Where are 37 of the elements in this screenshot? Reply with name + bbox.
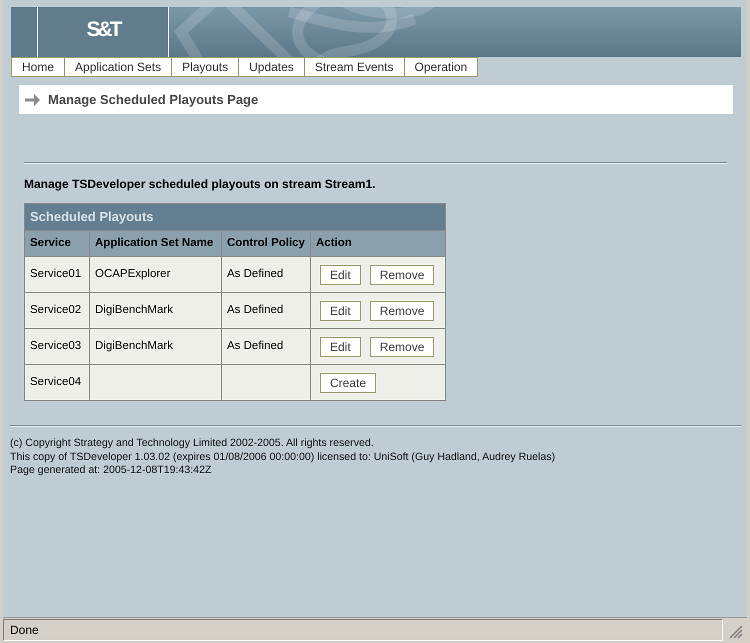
status-text: Done [3, 619, 723, 641]
table-title: Scheduled Playouts [24, 204, 446, 230]
action-button[interactable]: Remove [370, 336, 434, 356]
table-cell: As Defined [222, 328, 310, 364]
column-header: Service [24, 230, 90, 256]
table-cell: OCAPExplorer [90, 256, 222, 292]
action-button[interactable]: Edit [320, 264, 361, 284]
table-cell: Service02 [24, 292, 90, 328]
footer-text: Page generated at: 2005-12-08T19:43:42Z [10, 464, 212, 478]
footer-text: (c) Copyright Strategy and Technology Limited 2002-2005. All rights reserved. [10, 437, 375, 450]
column-header: Application Set Name [90, 230, 222, 256]
action-button[interactable]: Remove [370, 300, 434, 320]
action-button[interactable]: Create [320, 372, 376, 392]
page-title: Manage Scheduled Playouts Page [48, 90, 258, 109]
intro-text: Manage TSDeveloper scheduled playouts on stream Stream1. [24, 176, 376, 193]
table-cell: As Defined [222, 292, 310, 328]
nav-tab[interactable]: Operation [404, 57, 478, 77]
table-cell: DigiBenchMark [90, 292, 222, 328]
nav-tab[interactable]: Application Sets [64, 57, 172, 77]
column-header: Control Policy [222, 230, 310, 256]
column-header: Action [310, 230, 446, 256]
nav-tab[interactable]: Stream Events [304, 57, 405, 77]
nav-tab[interactable]: Home [11, 57, 66, 77]
table-cell: Service03 [24, 328, 90, 364]
logo-text: S&T [86, 18, 120, 40]
table-cell: As Defined [222, 256, 310, 292]
resize-grip-icon[interactable] [729, 625, 743, 639]
arrow-icon [25, 94, 40, 106]
table-cell: DigiBenchMark [90, 328, 222, 364]
table-cell: Service01 [24, 256, 90, 292]
action-button[interactable]: Edit [320, 300, 361, 320]
nav-tab[interactable]: Updates [238, 57, 305, 77]
table-cell: Service04 [24, 364, 90, 400]
footer-text: This copy of TSDeveloper 1.03.02 (expires 01/08/2006 00:00:00) licensed to: UniSoft (Guy Hadland, Audrey Ruelas) [10, 450, 556, 464]
nav-tab[interactable]: Playouts [171, 57, 240, 77]
action-button[interactable]: Remove [370, 264, 434, 284]
action-button[interactable]: Edit [320, 336, 361, 356]
